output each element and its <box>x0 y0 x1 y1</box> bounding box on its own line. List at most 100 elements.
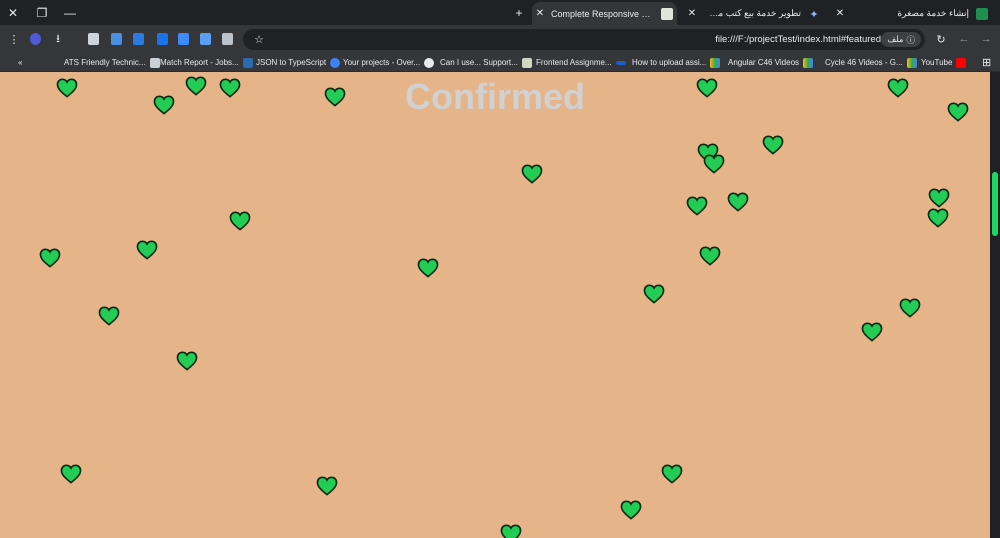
eyedropper-icon[interactable] <box>222 33 233 45</box>
menu-button[interactable]: ⋮ <box>6 31 22 47</box>
tab-label: تطوير خدمة بيع كتب مستعملة عا <box>700 8 801 18</box>
kebab-menu-icon: ⋮ <box>8 33 20 46</box>
bookmark-how-to-upload[interactable]: How to upload assi... <box>632 56 721 69</box>
browser-toolbar: ⋮ ⭳ ☆ file:///F:/projectTest/index.html#… <box>0 25 1000 53</box>
heart-icon <box>899 298 921 318</box>
bookmark-label: YouTube <box>921 58 953 67</box>
scrollbar-thumb[interactable] <box>992 172 998 236</box>
heart-icon <box>699 246 721 266</box>
vertical-scrollbar[interactable] <box>990 72 1000 538</box>
extension-3-icon[interactable] <box>157 33 168 45</box>
extension-5-icon[interactable] <box>200 33 211 45</box>
bookmark-label: Angular C46 Videos <box>728 58 800 67</box>
extension-4-icon[interactable] <box>178 33 189 45</box>
bookmark-favicon-icon <box>615 60 626 65</box>
arrow-left-icon: ← <box>958 33 970 45</box>
bookmark-your-projects[interactable]: Your projects - Over... <box>343 56 435 69</box>
bookmark-label: JSON to TypeScript <box>256 58 327 67</box>
bookmark-label: Your projects - Over... <box>343 58 421 67</box>
heart-icon <box>620 500 642 520</box>
extension-2-icon[interactable] <box>133 33 144 45</box>
bookmark-match-report[interactable]: Match Report - Jobs... <box>160 56 253 69</box>
drive-icon <box>906 57 917 68</box>
heart-icon <box>316 476 338 496</box>
bookmark-label: Cycle 46 Videos - G... <box>825 58 903 67</box>
url-text[interactable]: file:///F:/projectTest/index.html#featur… <box>715 34 881 45</box>
heart-icon <box>927 208 949 228</box>
bookmark-youtube[interactable]: YouTube <box>921 56 967 69</box>
info-icon: ⓘ <box>906 34 915 45</box>
tab-complete-responsive[interactable]: ✕ Complete Responsive Online B… <box>532 2 677 25</box>
heart-icon <box>60 464 82 484</box>
heart-icon <box>947 102 969 122</box>
reload-icon: ↻ <box>936 33 946 46</box>
heart-icon <box>703 154 725 174</box>
extensions-puzzle-icon[interactable] <box>88 33 99 45</box>
heart-icon <box>762 135 784 155</box>
heart-icon <box>500 524 522 538</box>
download-icon: ⭳ <box>56 32 60 45</box>
tab-close-icon[interactable]: ✕ <box>532 8 548 19</box>
site-info-chip[interactable]: ملف ⓘ <box>881 32 921 47</box>
heart-icon <box>219 78 241 98</box>
heart-icon <box>153 95 175 115</box>
heart-icon <box>185 76 207 96</box>
heart-icon <box>887 78 909 98</box>
new-tab-button[interactable]: + <box>506 0 532 25</box>
bookmark-can-i-use[interactable]: Can I use... Support... <box>440 56 532 69</box>
heart-icon <box>727 192 749 212</box>
downloads-button[interactable]: ⭳ <box>50 31 66 47</box>
tab-close-icon[interactable]: ✕ <box>832 8 848 19</box>
arrow-right-icon: → <box>980 33 992 45</box>
heart-icon <box>98 306 120 326</box>
bookmark-frontend-assignment[interactable]: Frontend Assignme... <box>536 56 626 69</box>
heart-icon <box>324 87 346 107</box>
heart-icon <box>643 284 665 304</box>
tab-favicon-icon <box>661 7 673 20</box>
address-bar[interactable]: ☆ file:///F:/projectTest/index.html#feat… <box>243 29 925 50</box>
tab-arabic-books[interactable]: ✕ تطوير خدمة بيع كتب مستعملة عا ✦ <box>684 2 824 25</box>
bookmarks-collapse-button[interactable]: « <box>18 56 22 69</box>
heart-icon <box>861 322 883 342</box>
heart-icon <box>229 211 251 231</box>
drive-icon <box>803 57 814 68</box>
back-button[interactable]: ← <box>956 31 972 47</box>
bookmark-label: Can I use... Support... <box>440 58 518 67</box>
khamsat-icon <box>976 7 988 20</box>
restore-icon: ❐ <box>36 5 48 20</box>
heart-icon <box>56 78 78 98</box>
heart-icon <box>176 351 198 371</box>
heart-icon <box>417 258 439 278</box>
bookmark-json-to-typescript[interactable]: JSON to TypeScript <box>256 56 341 69</box>
minimize-window-button[interactable]: — <box>57 0 83 25</box>
tab-close-icon[interactable]: ✕ <box>684 8 700 19</box>
extension-avatar-icon[interactable] <box>30 33 41 45</box>
bookmark-label: Frontend Assignme... <box>536 58 612 67</box>
star-icon: ☆ <box>254 33 264 46</box>
restore-window-button[interactable]: ❐ <box>29 0 55 25</box>
bookmark-angular-c46[interactable]: Angular C46 Videos <box>728 56 814 69</box>
page-viewport: Confirmed <box>0 72 990 538</box>
tab-label: إنشاء خدمة مصغرة <box>897 8 969 18</box>
bookmark-favicon-icon <box>149 57 160 68</box>
youtube-icon <box>956 57 967 68</box>
gemini-sparkle-icon: ✦ <box>809 8 819 21</box>
site-chip-label: ملف <box>887 34 904 44</box>
tab-label: Complete Responsive Online B… <box>551 8 657 19</box>
heart-icon <box>661 464 683 484</box>
apps-grid-button[interactable]: ⊞ <box>982 56 991 69</box>
heart-icon <box>136 240 158 260</box>
heart-icon <box>696 78 718 98</box>
bookmark-ats-friendly[interactable]: ATS Friendly Technic... <box>64 56 160 69</box>
close-window-button[interactable]: ✕ <box>0 0 26 25</box>
bookmark-star-button[interactable]: ☆ <box>251 31 267 47</box>
heart-icon <box>686 196 708 216</box>
plus-icon: + <box>515 5 523 20</box>
tab-arabic-service[interactable]: ✕ إنشاء خدمة مصغرة <box>832 2 992 25</box>
reload-button[interactable]: ↻ <box>933 31 949 47</box>
bookmark-favicon-icon <box>424 57 435 68</box>
bookmark-cycle-46[interactable]: Cycle 46 Videos - G... <box>825 56 917 69</box>
page-title: Confirmed <box>405 76 585 117</box>
forward-button[interactable]: → <box>978 31 994 47</box>
extension-1-icon[interactable] <box>111 33 122 45</box>
